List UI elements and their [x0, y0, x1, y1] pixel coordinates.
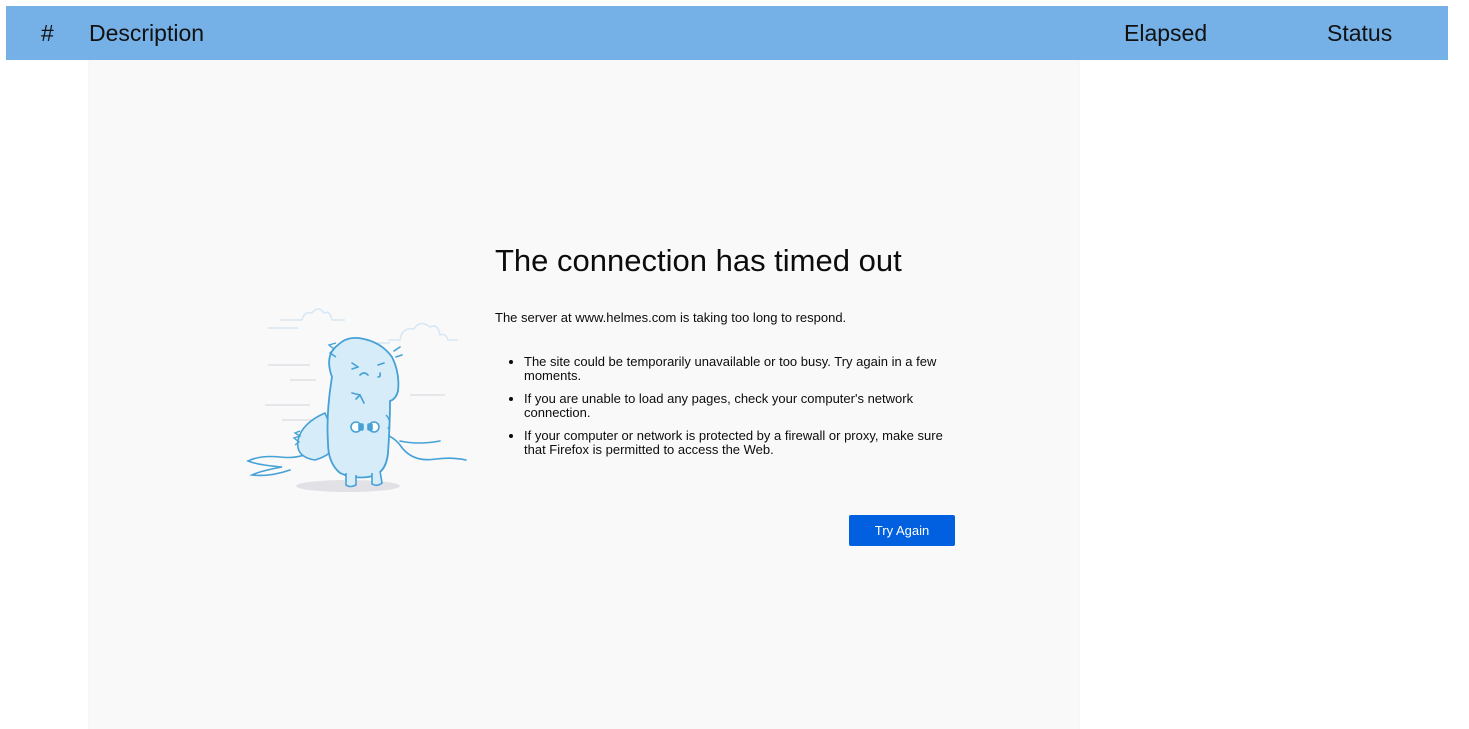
error-description: The server at www.helmes.com is taking t…	[495, 310, 847, 325]
suggestion-item: If you are unable to load any pages, che…	[524, 392, 965, 420]
embedded-browser-frame: The connection has timed out The server …	[88, 60, 1080, 729]
suggestion-item: If your computer or network is protected…	[524, 429, 965, 457]
column-header-elapsed[interactable]: Elapsed	[1124, 20, 1207, 46]
column-header-number[interactable]: #	[41, 20, 54, 46]
try-again-button[interactable]: Try Again	[849, 515, 955, 546]
suggestion-list: The site could be temporarily unavailabl…	[495, 355, 965, 466]
suggestion-item: The site could be temporarily unavailabl…	[524, 355, 965, 383]
unplugged-dino-icon	[246, 308, 467, 492]
column-header-description[interactable]: Description	[89, 20, 204, 46]
column-header-status[interactable]: Status	[1327, 20, 1392, 46]
error-title: The connection has timed out	[495, 243, 902, 278]
table-header: # Description Elapsed Status	[6, 6, 1448, 60]
